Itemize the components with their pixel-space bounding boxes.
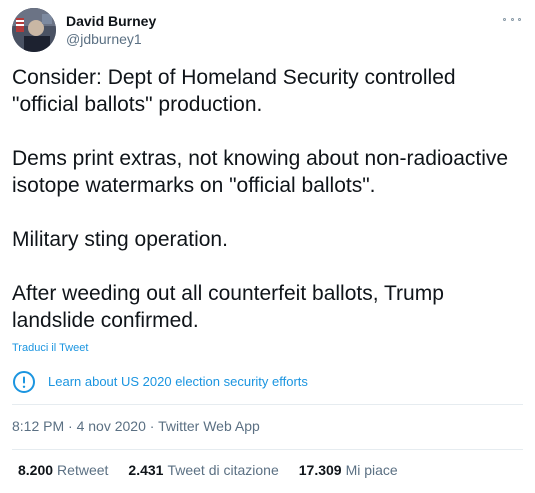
quote-tweets-label: Tweet di citazione: [167, 462, 279, 478]
dot: [503, 17, 506, 21]
divider: [12, 404, 523, 405]
likes-count: 17.309: [298, 462, 342, 478]
election-notice-link[interactable]: Learn about US 2020 election security ef…: [12, 369, 308, 395]
tweet-time[interactable]: 8:12 PM: [12, 418, 64, 434]
meta-separator: ·: [145, 418, 159, 434]
author-name[interactable]: David Burney: [66, 12, 156, 30]
dot: [510, 17, 514, 21]
tweet-paragraph: Dems print extras, not knowing about non…: [12, 147, 509, 197]
tweet-source[interactable]: Twitter Web App: [158, 418, 260, 434]
translate-tweet-link[interactable]: Traduci il Tweet: [12, 341, 88, 355]
tweet-meta: 8:12 PM · 4 nov 2020 · Twitter Web App: [12, 417, 260, 435]
author-handle[interactable]: @jdburney1: [66, 30, 142, 48]
tweet-paragraph: Consider: Dept of Homeland Security cont…: [12, 66, 456, 116]
retweets-count: 8.200: [18, 462, 54, 478]
avatar[interactable]: [12, 8, 56, 52]
meta-separator: ·: [64, 418, 77, 434]
tweet-card: David Burney @jdburney1 Consider: Dept o…: [0, 0, 535, 493]
tweet-paragraph: After weeding out all counterfeit ballot…: [12, 282, 444, 332]
retweets-label: Retweet: [57, 462, 109, 478]
likes-stat[interactable]: 17.309 Mi piace: [299, 461, 398, 479]
likes-label: Mi piace: [345, 462, 398, 478]
tweet-paragraph: Military sting operation.: [12, 228, 228, 251]
dot: [518, 17, 521, 21]
tweet-date[interactable]: 4 nov 2020: [77, 418, 146, 434]
more-options-icon[interactable]: [503, 12, 521, 26]
tweet-stats: 8.200 Retweet 2.431 Tweet di citazione 1…: [18, 461, 418, 479]
quote-tweets-stat[interactable]: 2.431 Tweet di citazione: [128, 461, 278, 479]
election-notice-label: Learn about US 2020 election security ef…: [48, 374, 308, 389]
info-circle-icon: [13, 371, 35, 393]
divider: [12, 449, 523, 450]
tweet-text: Consider: Dept of Homeland Security cont…: [12, 64, 527, 334]
retweets-stat[interactable]: 8.200 Retweet: [18, 461, 108, 479]
quote-tweets-count: 2.431: [128, 462, 164, 478]
